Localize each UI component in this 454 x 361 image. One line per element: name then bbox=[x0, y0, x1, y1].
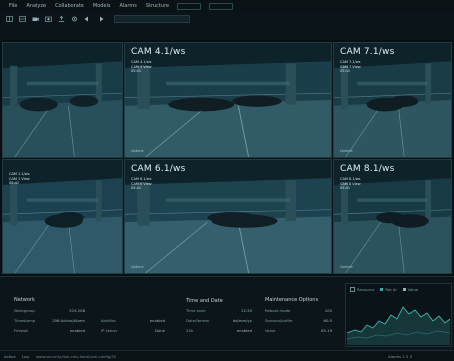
status-active: Active bbox=[4, 354, 16, 359]
menu-button-2[interactable] bbox=[209, 2, 234, 10]
maint-value-sensors[interactable]: 60.0 bbox=[300, 318, 332, 323]
settings-panel: Network Workgroup 519.208 Timestamp 256 … bbox=[0, 276, 454, 351]
camera-tile-cam-7[interactable]: CAM 7.1/ws CAM 7.1/ws CAM 7 View 05:41 Uptim… bbox=[333, 42, 452, 158]
camera-tile-cam-4[interactable]: CAM 4.1/ws CAM 4.1/ws CAM 4 View 05:41 Uptim… bbox=[124, 42, 332, 158]
camera-tile-cam-6[interactable]: CAM 6.1/ws CAM 6.1/ws CAM 6 View 05:41 Uptim… bbox=[124, 159, 332, 274]
menu-collaborate[interactable]: Collaborate bbox=[55, 3, 84, 9]
camera-info: CAM 8.1/ws CAM 8 View 05:41 bbox=[340, 177, 361, 191]
toolbar-divider bbox=[0, 26, 454, 41]
network-value-timestamp: 256 Active/Alarm bbox=[52, 318, 85, 323]
camera-title: CAM 8.1/ws bbox=[340, 164, 395, 174]
camera-footer-label: Uptime bbox=[131, 265, 144, 269]
legend-item-retal[interactable]: Ret Al bbox=[380, 287, 397, 292]
status-alarms[interactable]: Alarms 1 2 3 bbox=[388, 354, 412, 359]
camera-info-line: 05:41 bbox=[131, 186, 142, 190]
menu-button-1[interactable] bbox=[177, 2, 202, 10]
menubar: File Analyze Collaborate Models Alarms S… bbox=[0, 0, 454, 12]
time-title: Time and Date bbox=[186, 298, 223, 304]
maint-label-value: Value bbox=[265, 328, 276, 333]
legend-checkbox-icon bbox=[402, 288, 406, 291]
network-title: Network bbox=[14, 297, 35, 303]
time-value-zone[interactable]: 12:30 bbox=[220, 308, 252, 313]
camera-info-line: CAM 1.1/ws bbox=[9, 172, 30, 176]
camera-tile-cam-main[interactable] bbox=[2, 42, 123, 158]
camera-footer-label: Uptime bbox=[131, 149, 144, 153]
camera-info-line: CAM 7.1/ws bbox=[340, 60, 361, 64]
camera-info-line: 05:41 bbox=[131, 69, 142, 73]
grid-icon[interactable] bbox=[6, 16, 13, 22]
menu-analyze[interactable]: Analyze bbox=[26, 3, 46, 9]
network-value-ipstatus: Done bbox=[155, 328, 165, 333]
network-value-advmac[interactable]: enabled bbox=[135, 318, 165, 323]
maint-value-value[interactable]: 65.19 bbox=[300, 328, 332, 333]
camera-tile-cam-8[interactable]: CAM 8.1/ws CAM 8.1/ws CAM 8 View 05:41 Uptim… bbox=[333, 159, 452, 274]
network-label-timestamp: Timestamp bbox=[14, 318, 36, 323]
maint-label-reboot: Reboot mode bbox=[265, 308, 291, 313]
network-label-advmac: AdvMac bbox=[101, 318, 116, 323]
camera-info-line: 05:41 bbox=[340, 186, 351, 190]
camera-feed-scene bbox=[3, 43, 122, 157]
camera-info: CAM 6.1/ws CAM 6 View 05:41 bbox=[131, 177, 152, 191]
legend-item-resource[interactable]: Resource bbox=[350, 287, 374, 292]
status-path: www.security/live.cms.feed/cam.config/32 bbox=[36, 354, 117, 359]
camera-feed-scene bbox=[125, 160, 331, 273]
camera-title: CAM 7.1/ws bbox=[340, 47, 395, 57]
camera-footer-label: Uptime bbox=[340, 265, 353, 269]
export-icon[interactable] bbox=[58, 16, 65, 22]
camera-info: CAM 7.1/ws CAM 7 View 05:41 bbox=[340, 60, 361, 74]
network-value-firewall: enabled bbox=[69, 328, 85, 333]
network-label-workgroup: Workgroup bbox=[14, 308, 35, 313]
maintenance-title: Maintenance Options bbox=[265, 297, 319, 303]
legend-item-value[interactable]: Value bbox=[402, 287, 418, 292]
camera-info-line: CAM 6.1/ws bbox=[131, 177, 152, 181]
menu-models[interactable]: Models bbox=[93, 3, 111, 9]
time-label-format: Date/format bbox=[186, 318, 210, 323]
camera-info: CAM 1.1/ws CAM 1 View 05:41 bbox=[9, 172, 30, 186]
menu-alarms[interactable]: Alarms bbox=[120, 3, 137, 9]
toolbar bbox=[0, 12, 454, 26]
resource-sparkline bbox=[347, 306, 450, 345]
camera-info-line: CAM 4.1/ws bbox=[131, 60, 152, 64]
network-label-ipstatus: IP status bbox=[101, 328, 118, 333]
camera-info-line: 05:41 bbox=[340, 69, 351, 73]
camera-footer-label: Uptime bbox=[340, 149, 353, 153]
camera-title: CAM 4.1/ws bbox=[131, 47, 186, 57]
maint-label-sensors: Sensors/buffer bbox=[265, 318, 293, 323]
search-input[interactable] bbox=[114, 15, 190, 23]
camera-icon[interactable] bbox=[32, 16, 39, 22]
snapshot-icon[interactable] bbox=[45, 16, 52, 22]
time-value-24h[interactable]: enabled bbox=[220, 328, 252, 333]
back-icon[interactable] bbox=[84, 16, 91, 22]
network-value-workgroup: 519.208 bbox=[69, 308, 85, 313]
menu-file[interactable]: File bbox=[9, 3, 17, 9]
camera-feed-scene bbox=[125, 43, 331, 157]
camera-grid: CAM 4.1/ws CAM 4.1/ws CAM 4 View 05:41 Uptim… bbox=[0, 40, 454, 276]
camera-info-line: CAM 8.1/ws bbox=[340, 177, 361, 181]
legend-checkbox-icon bbox=[350, 287, 355, 292]
network-label-firewall: Firewall bbox=[14, 328, 29, 333]
menu-structure[interactable]: Structure bbox=[146, 3, 169, 9]
chart-legend: Resource Ret Al Value bbox=[350, 287, 418, 292]
camera-info-line: 05:41 bbox=[9, 181, 20, 185]
time-label-24h: 24h bbox=[186, 328, 194, 333]
camera-tile-cam-left[interactable]: CAM 1.1/ws CAM 1 View 05:41 bbox=[2, 159, 123, 274]
maint-value-reboot[interactable]: 100 bbox=[300, 308, 332, 313]
status-log[interactable]: Log bbox=[22, 354, 29, 359]
layout-icon[interactable] bbox=[19, 16, 26, 22]
camera-title: CAM 6.1/ws bbox=[131, 164, 186, 174]
statusbar: Active Log www.security/live.cms.feed/ca… bbox=[0, 350, 454, 361]
camera-info: CAM 4.1/ws CAM 4 View 05:41 bbox=[131, 60, 152, 74]
settings-icon[interactable] bbox=[71, 16, 78, 22]
forward-icon[interactable] bbox=[97, 16, 104, 22]
time-value-format[interactable]: dd/mm/yy bbox=[220, 318, 252, 323]
time-label-zone: Time zone bbox=[186, 308, 206, 313]
legend-checkbox-icon bbox=[380, 288, 384, 291]
resource-chart-panel: Resource Ret Al Value bbox=[345, 283, 452, 347]
